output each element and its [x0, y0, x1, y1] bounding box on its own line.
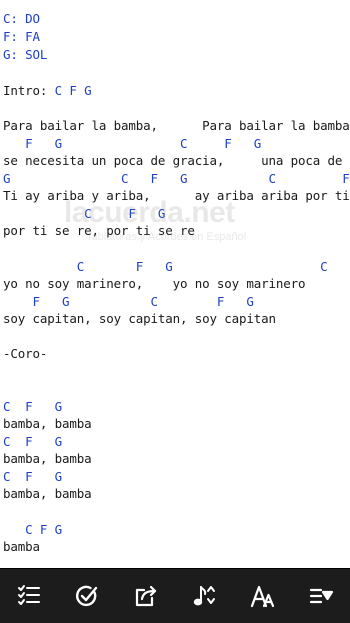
- chord-line: C F G: [3, 434, 63, 449]
- checklist-icon: [18, 585, 41, 605]
- mark-done-button[interactable]: [65, 574, 109, 618]
- share-button[interactable]: [124, 574, 168, 618]
- lyric-line: se necesita un poca de gracia, una poca …: [3, 153, 343, 168]
- song-list-button[interactable]: [7, 574, 51, 618]
- key-mapping-fa: F: FA: [3, 29, 40, 44]
- lyric-line: bamba: [3, 539, 40, 554]
- key-mapping-do: C: DO: [3, 11, 40, 26]
- chord-line: F G C F G: [3, 136, 262, 151]
- intro-chords: C F G: [54, 83, 92, 98]
- transpose-button[interactable]: [182, 574, 226, 618]
- intro-label: Intro:: [3, 83, 48, 98]
- lyric-line: soy capitan, soy capitan, soy capitan: [3, 311, 276, 326]
- chord-line: C F G: [3, 206, 166, 221]
- lyric-line: yo no soy marinero, yo no soy marinero: [3, 276, 306, 291]
- chord-line: G C F G C F: [3, 171, 350, 186]
- chord-sheet[interactable]: C: DO F: FA G: SOL Intro: C F G Para bai…: [0, 0, 350, 568]
- lyric-line: bamba, bamba: [3, 451, 92, 466]
- font-size-button[interactable]: [240, 574, 284, 618]
- music-note-transpose-icon: [193, 586, 216, 606]
- lyric-line: Ti ay ariba y ariba, ay ariba ariba por …: [3, 188, 350, 203]
- bottom-toolbar: [0, 568, 350, 623]
- autoscroll-button[interactable]: [299, 574, 343, 618]
- chord-line: C F G: [3, 469, 63, 484]
- coro-label: -Coro-: [3, 346, 48, 361]
- lyric-line: bamba, bamba: [3, 416, 92, 431]
- check-circle-icon: [76, 585, 98, 607]
- key-mapping-sol: G: SOL: [3, 47, 48, 62]
- chord-line: C F G C: [3, 259, 328, 274]
- list-down-icon: [309, 588, 333, 604]
- chord-line: F G C F G: [3, 294, 254, 309]
- chord-line: C F G: [3, 399, 63, 414]
- lyric-line: por ti se re, por ti se re: [3, 223, 195, 238]
- lyric-line: Para bailar la bamba, Para bailar la bam…: [3, 118, 350, 133]
- share-icon: [135, 585, 156, 607]
- intro-line: Intro: C F G: [3, 82, 92, 100]
- chord-line: C F G: [3, 522, 63, 537]
- lyric-line: bamba, bamba: [3, 486, 92, 501]
- font-size-icon: [251, 585, 275, 608]
